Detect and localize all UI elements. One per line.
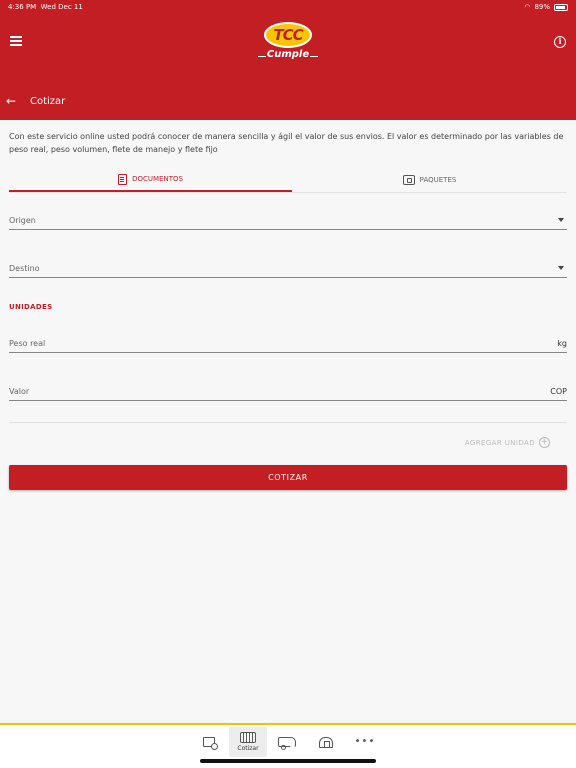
caret-down-icon xyxy=(558,266,564,270)
destino-label: Destino xyxy=(9,264,40,273)
info-icon[interactable]: i xyxy=(554,36,566,48)
add-unit-button[interactable]: AGREGAR UNIDAD + xyxy=(465,437,550,448)
peso-real-input[interactable]: Peso real kg xyxy=(9,333,567,353)
battery-level: 89% xyxy=(534,3,550,11)
menu-icon[interactable] xyxy=(10,36,22,46)
wifi-icon: ◠ xyxy=(524,3,531,11)
service-description: Con este servicio online usted podrá con… xyxy=(9,132,564,154)
divider xyxy=(9,422,567,423)
tracking-icon xyxy=(203,737,218,750)
home-indicator xyxy=(200,759,376,763)
destino-select[interactable]: Destino xyxy=(9,258,567,278)
calculator-icon xyxy=(240,732,256,743)
status-bar: 4:36 PM Wed Dec 11 ◠ 89% xyxy=(8,3,568,13)
back-arrow-icon[interactable]: ← xyxy=(6,95,18,107)
peso-unit: kg xyxy=(557,339,567,348)
nav-store[interactable] xyxy=(307,727,345,757)
store-icon xyxy=(319,736,333,748)
tab-label: PAQUETES xyxy=(419,176,457,184)
app-header: 4:36 PM Wed Dec 11 ◠ 89% TCC Cumple i ← … xyxy=(0,0,576,120)
status-time: 4:36 PM Wed Dec 11 xyxy=(8,3,83,11)
tab-label: DOCUMENTOS xyxy=(132,175,183,183)
unidades-heading: UNIDADES xyxy=(9,303,53,311)
tcc-logo: TCC Cumple xyxy=(258,22,318,64)
nav-truck[interactable] xyxy=(268,727,306,757)
nav-more[interactable]: ••• xyxy=(346,727,384,757)
caret-down-icon xyxy=(558,218,564,222)
valor-unit: COP xyxy=(550,387,567,396)
plus-circle-icon: + xyxy=(539,437,550,448)
shipment-type-tabs: DOCUMENTOS PAQUETES xyxy=(9,168,567,193)
nav-tracking[interactable] xyxy=(190,727,228,757)
valor-label: Valor xyxy=(9,387,30,396)
nav-label: Cotizar xyxy=(237,745,259,752)
cotizar-button[interactable]: COTIZAR xyxy=(9,465,567,490)
nav-cotizar[interactable]: Cotizar xyxy=(229,727,267,757)
logo-oval: TCC xyxy=(264,22,312,48)
battery-icon xyxy=(554,3,568,11)
package-icon xyxy=(402,175,415,185)
tab-documentos[interactable]: DOCUMENTOS xyxy=(9,168,292,192)
origen-label: Origen xyxy=(9,216,36,225)
truck-icon xyxy=(278,737,296,750)
tab-paquetes[interactable]: PAQUETES xyxy=(292,168,567,192)
document-icon xyxy=(118,173,128,185)
status-right: ◠ 89% xyxy=(524,3,568,11)
peso-real-label: Peso real xyxy=(9,339,46,348)
origen-select[interactable]: Origen xyxy=(9,210,567,230)
add-unit-label: AGREGAR UNIDAD xyxy=(464,438,535,447)
valor-input[interactable]: Valor COP xyxy=(9,381,567,401)
logo-subtitle: Cumple xyxy=(258,49,318,60)
page-title: Cotizar xyxy=(30,96,66,107)
more-icon: ••• xyxy=(354,736,376,747)
